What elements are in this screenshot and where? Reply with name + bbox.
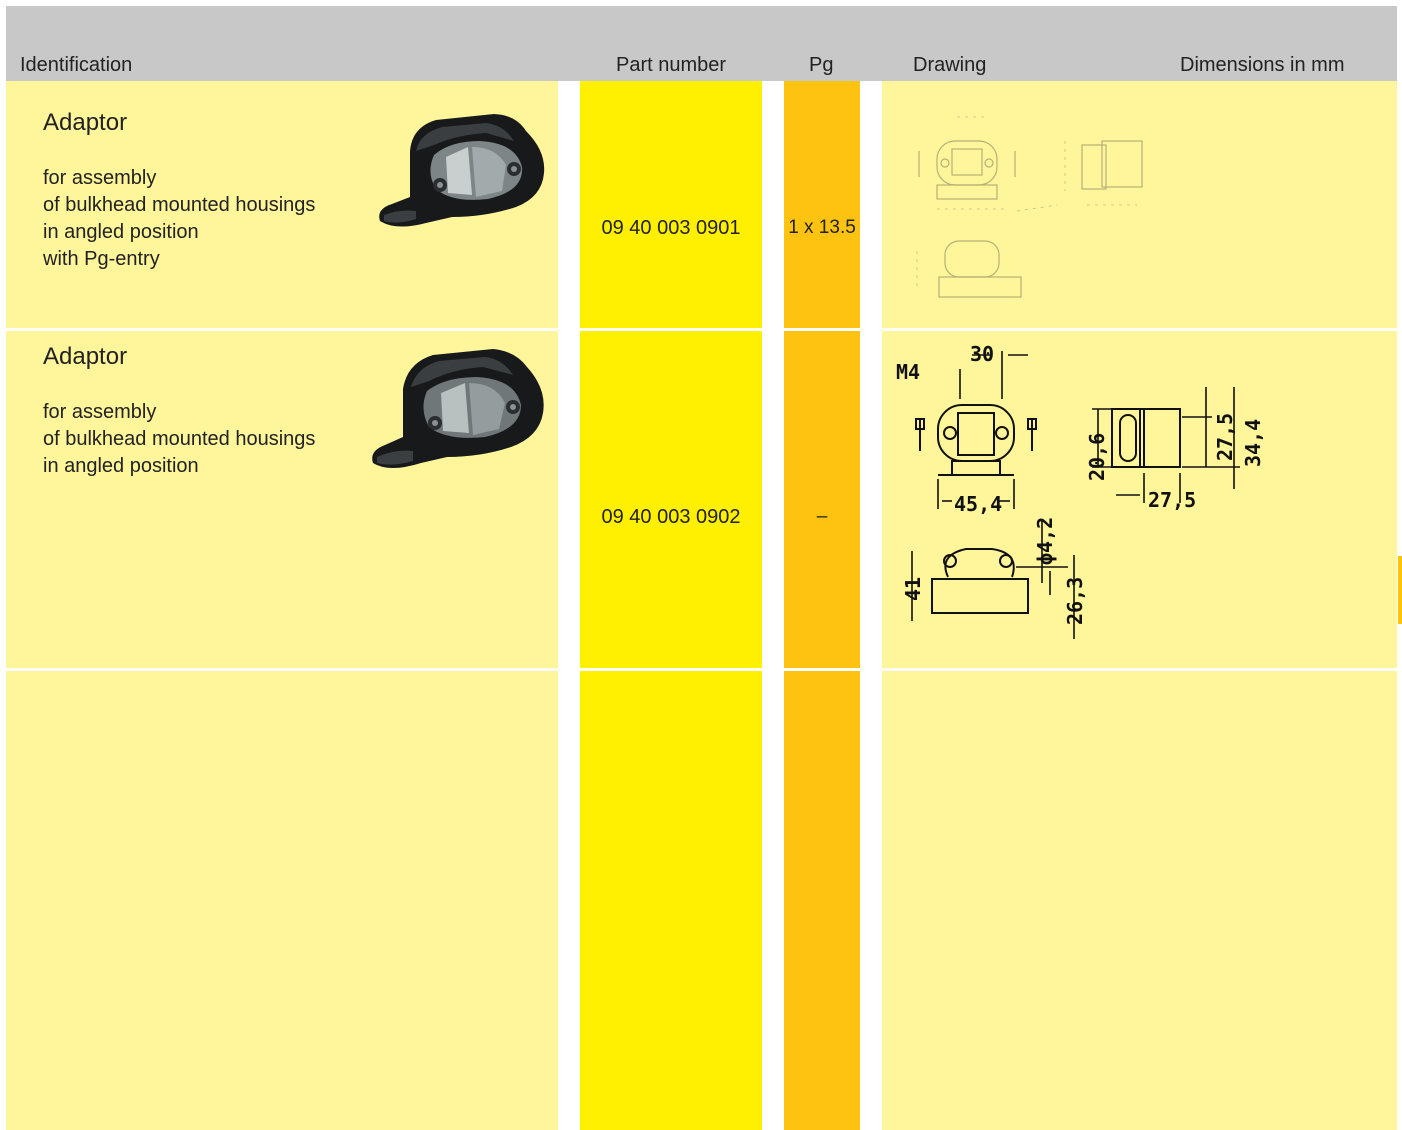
row1-part-number-cell: 09 40 003 0901 xyxy=(580,81,762,328)
row3-part-number-cell xyxy=(580,671,762,1130)
row3-pg-cell xyxy=(784,671,860,1130)
row3-drawing-cell xyxy=(882,671,1397,1130)
row2-drawing-cell: M4 30 45,4 27,5 20,6 27,5 34,4 ϕ4,2 41 2… xyxy=(882,331,1397,668)
row2-identification-cell: Adaptor for assembly of bulkhead mounted… xyxy=(6,331,558,668)
row1-pg-cell: 1 x 13.5 xyxy=(784,81,860,328)
dim-phi-4-2: ϕ4,2 xyxy=(1033,517,1057,565)
dim-41: 41 xyxy=(901,577,925,601)
row2-part-number-cell: 09 40 003 0902 xyxy=(580,331,762,668)
row2-description: for assembly of bulkhead mounted housing… xyxy=(43,399,315,480)
header-pg: Pg xyxy=(809,54,834,76)
adaptor-photo xyxy=(372,349,544,468)
dim-27-5-bottom: 27,5 xyxy=(1148,488,1196,512)
row1-drawing-cell xyxy=(882,81,1397,328)
row2-part-number: 09 40 003 0902 xyxy=(601,506,741,528)
adaptor-photo xyxy=(379,114,545,227)
row2-pg: – xyxy=(816,506,828,527)
header-dimensions: Dimensions in mm xyxy=(1180,54,1345,76)
row2-desc-line: for assembly xyxy=(43,401,157,423)
row1-desc-line: in angled position xyxy=(43,221,199,243)
row2-pg-cell: – xyxy=(784,331,860,668)
dim-26-3: 26,3 xyxy=(1063,577,1087,625)
row1-identification-cell: Adaptor for assembly of bulkhead mounted… xyxy=(6,81,558,328)
row1-pg: 1 x 13.5 xyxy=(788,217,856,238)
row2-title: Adaptor xyxy=(43,343,128,370)
row1-description: for assembly of bulkhead mounted housing… xyxy=(43,165,315,273)
dim-45-4: 45,4 xyxy=(954,492,1002,516)
row1-desc-line: for assembly xyxy=(43,167,157,189)
side-tab-marker xyxy=(1398,556,1402,624)
dimension-drawing-faint xyxy=(916,116,1143,298)
dim-m4: M4 xyxy=(896,360,920,384)
row1-title: Adaptor xyxy=(43,109,128,136)
row2-desc-line: of bulkhead mounted housings xyxy=(43,428,316,450)
header-identification: Identification xyxy=(20,54,133,76)
row2-desc-line: in angled position xyxy=(43,455,199,477)
dimension-drawing: M4 30 45,4 27,5 20,6 27,5 34,4 ϕ4,2 41 2… xyxy=(896,342,1265,639)
dim-20-6: 20,6 xyxy=(1085,433,1109,481)
table-header: Identification Part number Pg Drawing Di… xyxy=(6,6,1397,81)
dim-30: 30 xyxy=(970,342,994,366)
dim-34-4: 34,4 xyxy=(1241,419,1265,467)
dim-27-5-side: 27,5 xyxy=(1213,413,1237,461)
row3-identification-cell xyxy=(6,671,558,1130)
row1-part-number: 09 40 003 0901 xyxy=(601,217,741,239)
header-part-number: Part number xyxy=(616,54,727,76)
header-drawing: Drawing xyxy=(913,54,987,76)
row1-desc-line: with Pg-entry xyxy=(43,248,160,270)
row1-desc-line: of bulkhead mounted housings xyxy=(43,194,316,216)
